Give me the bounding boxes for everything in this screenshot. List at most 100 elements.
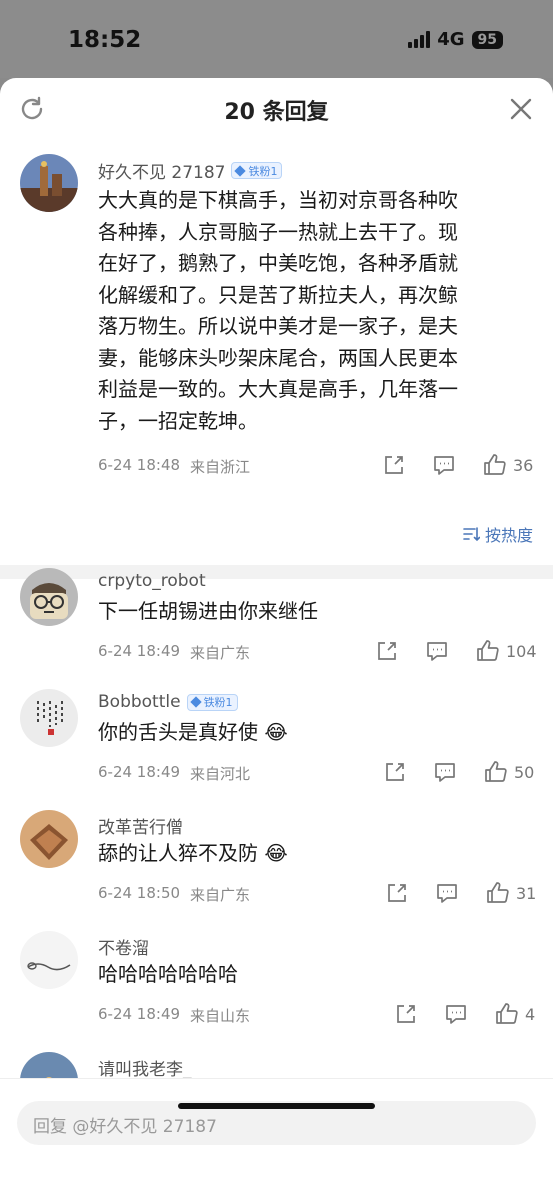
thumbs-up-icon (477, 640, 499, 661)
reply-text-content: 哈哈哈哈哈哈哈 (98, 962, 238, 986)
reply-button[interactable] (434, 761, 456, 783)
like-button[interactable]: 50 (484, 760, 534, 784)
avatar[interactable] (20, 568, 78, 626)
reply-text: 你的舌头是真好使 😂 (98, 717, 288, 749)
username[interactable]: 请叫我老李_ (98, 1055, 192, 1080)
thumbs-up-icon (487, 882, 509, 903)
username[interactable]: Bobbottle (98, 692, 181, 712)
share-icon (385, 456, 403, 474)
laughing-emoji-icon: 😂 (264, 720, 288, 744)
comment-meta: 6-24 18:48 来自浙江 (98, 456, 250, 477)
main-comment: 好久不见 27187 铁粉1 大大真的是下棋高手，当初对京哥各种吹 各种捧，人京… (0, 140, 553, 565)
reply-author[interactable]: 请叫我老李_ (98, 1055, 192, 1080)
reply-text: 哈哈哈哈哈哈哈 (98, 959, 238, 991)
like-count: 31 (516, 883, 537, 903)
avatar[interactable] (20, 154, 78, 212)
home-indicator[interactable] (178, 1103, 375, 1109)
avatar[interactable] (20, 689, 78, 747)
share-button[interactable] (395, 1003, 417, 1025)
reply-author[interactable]: 不卷溜 (98, 934, 149, 959)
username[interactable]: 改革苦行僧 (98, 813, 183, 838)
share-icon (388, 884, 406, 902)
reply-meta: 6-24 18:49 来自河北 (98, 763, 250, 784)
comment-author[interactable]: 好久不见 27187 铁粉1 (98, 158, 283, 183)
sheet-header: 20 条回复 (0, 78, 553, 140)
reply-time: 6-24 18:49 (98, 763, 181, 781)
status-time: 18:52 (68, 27, 142, 53)
share-button[interactable] (384, 761, 406, 783)
badge-gem-icon (189, 696, 202, 708)
comment-line: 子，一招定乾坤。 (98, 408, 258, 433)
username[interactable]: crpyto_robot (98, 571, 206, 591)
avatar-image (20, 689, 78, 747)
username[interactable]: 好久不见 27187 (98, 158, 225, 183)
reply-text-content: 下一任胡锡进由你来继任 (98, 599, 318, 623)
status-indicators: 4G 95 (408, 29, 503, 50)
badge-label: 铁粉1 (248, 164, 278, 178)
comment-icon (434, 456, 454, 475)
reply-button[interactable] (426, 640, 448, 662)
badge-label: 铁粉1 (203, 696, 233, 709)
comment-icon (437, 884, 457, 903)
reply-author[interactable]: crpyto_robot (98, 571, 206, 591)
reply-meta: 6-24 18:49 来自广东 (98, 642, 250, 663)
reply-location: 来自广东 (190, 886, 251, 904)
comment-location: 来自浙江 (190, 458, 251, 476)
reply-time: 6-24 18:49 (98, 1005, 181, 1023)
comment-line: 各种捧，人京哥脑子一热就上去干了。现 (98, 219, 458, 244)
sheet-title: 20 条回复 (224, 100, 329, 125)
comment-icon (446, 1005, 466, 1024)
like-count: 104 (506, 641, 537, 661)
username[interactable]: 不卷溜 (98, 934, 149, 959)
comment-line: 化解缓和了。只是苦了斯拉夫人，再次鲸 (98, 282, 458, 307)
avatar[interactable] (20, 931, 78, 989)
reply-button[interactable] (445, 1003, 467, 1025)
reply-text-content: 舔的让人猝不及防 (98, 841, 258, 865)
like-button[interactable]: 36 (483, 453, 533, 477)
reply-text-content: 你的舌头是真好使 (98, 720, 258, 744)
share-icon (378, 642, 396, 660)
comment-icon (435, 763, 455, 782)
signal-icon (408, 31, 431, 48)
reply-author[interactable]: 改革苦行僧 (98, 813, 183, 838)
share-button[interactable] (383, 454, 405, 476)
comment-text: 大大真的是下棋高手，当初对京哥各种吹 各种捧，人京哥脑子一热就上去干了。现 在好… (98, 185, 458, 437)
share-icon (397, 1005, 415, 1023)
like-button[interactable]: 4 (495, 1002, 535, 1026)
comment-line: 利益是一致的。大大真是高手，几年落一 (98, 377, 458, 401)
like-count: 50 (514, 762, 535, 782)
comment-line: 妻，能够床头吵架床尾合，两国人民更本 (98, 345, 458, 370)
reply-actions: 104 (376, 639, 537, 663)
sort-label: 按热度 (484, 526, 533, 545)
sort-icon (463, 527, 480, 542)
status-bar: 18:52 4G 95 (0, 0, 553, 78)
like-button[interactable]: 104 (476, 639, 537, 663)
network-type: 4G (437, 29, 465, 50)
avatar[interactable] (20, 810, 78, 868)
reply-button[interactable] (433, 454, 455, 476)
battery-icon: 95 (471, 30, 503, 49)
share-button[interactable] (376, 640, 398, 662)
sort-button[interactable]: 按热度 (462, 522, 533, 546)
comment-line: 大大真的是下棋高手，当初对京哥各种吹 (98, 188, 458, 212)
thumbs-up-icon (496, 1003, 518, 1024)
reply-actions: 50 (384, 760, 534, 784)
reply-author[interactable]: Bobbottle 铁粉1 (98, 692, 238, 712)
close-icon[interactable] (507, 95, 535, 123)
thumbs-up-icon (485, 761, 507, 782)
avatar-image (20, 810, 78, 868)
comment-line: 落万物生。所以说中美才是一家子，是夫 (98, 314, 458, 338)
section-divider (0, 565, 553, 579)
reply-button[interactable] (436, 882, 458, 904)
reply-location: 来自广东 (190, 644, 251, 662)
avatar-image (20, 931, 78, 989)
share-button[interactable] (386, 882, 408, 904)
badge-gem-icon (234, 164, 247, 177)
fan-badge: 铁粉1 (231, 162, 283, 179)
replies-sheet: 20 条回复 好久不见 27187 铁粉1 大大真的是下棋高手，当初对京哥各种吹… (0, 78, 553, 1200)
like-button[interactable]: 31 (486, 881, 536, 905)
reply-text: 下一任胡锡进由你来继任 (98, 596, 318, 628)
reply-meta: 6-24 18:50 来自广东 (98, 884, 250, 905)
fan-badge: 铁粉1 (186, 693, 238, 711)
laughing-emoji-icon: 😂 (264, 841, 288, 865)
